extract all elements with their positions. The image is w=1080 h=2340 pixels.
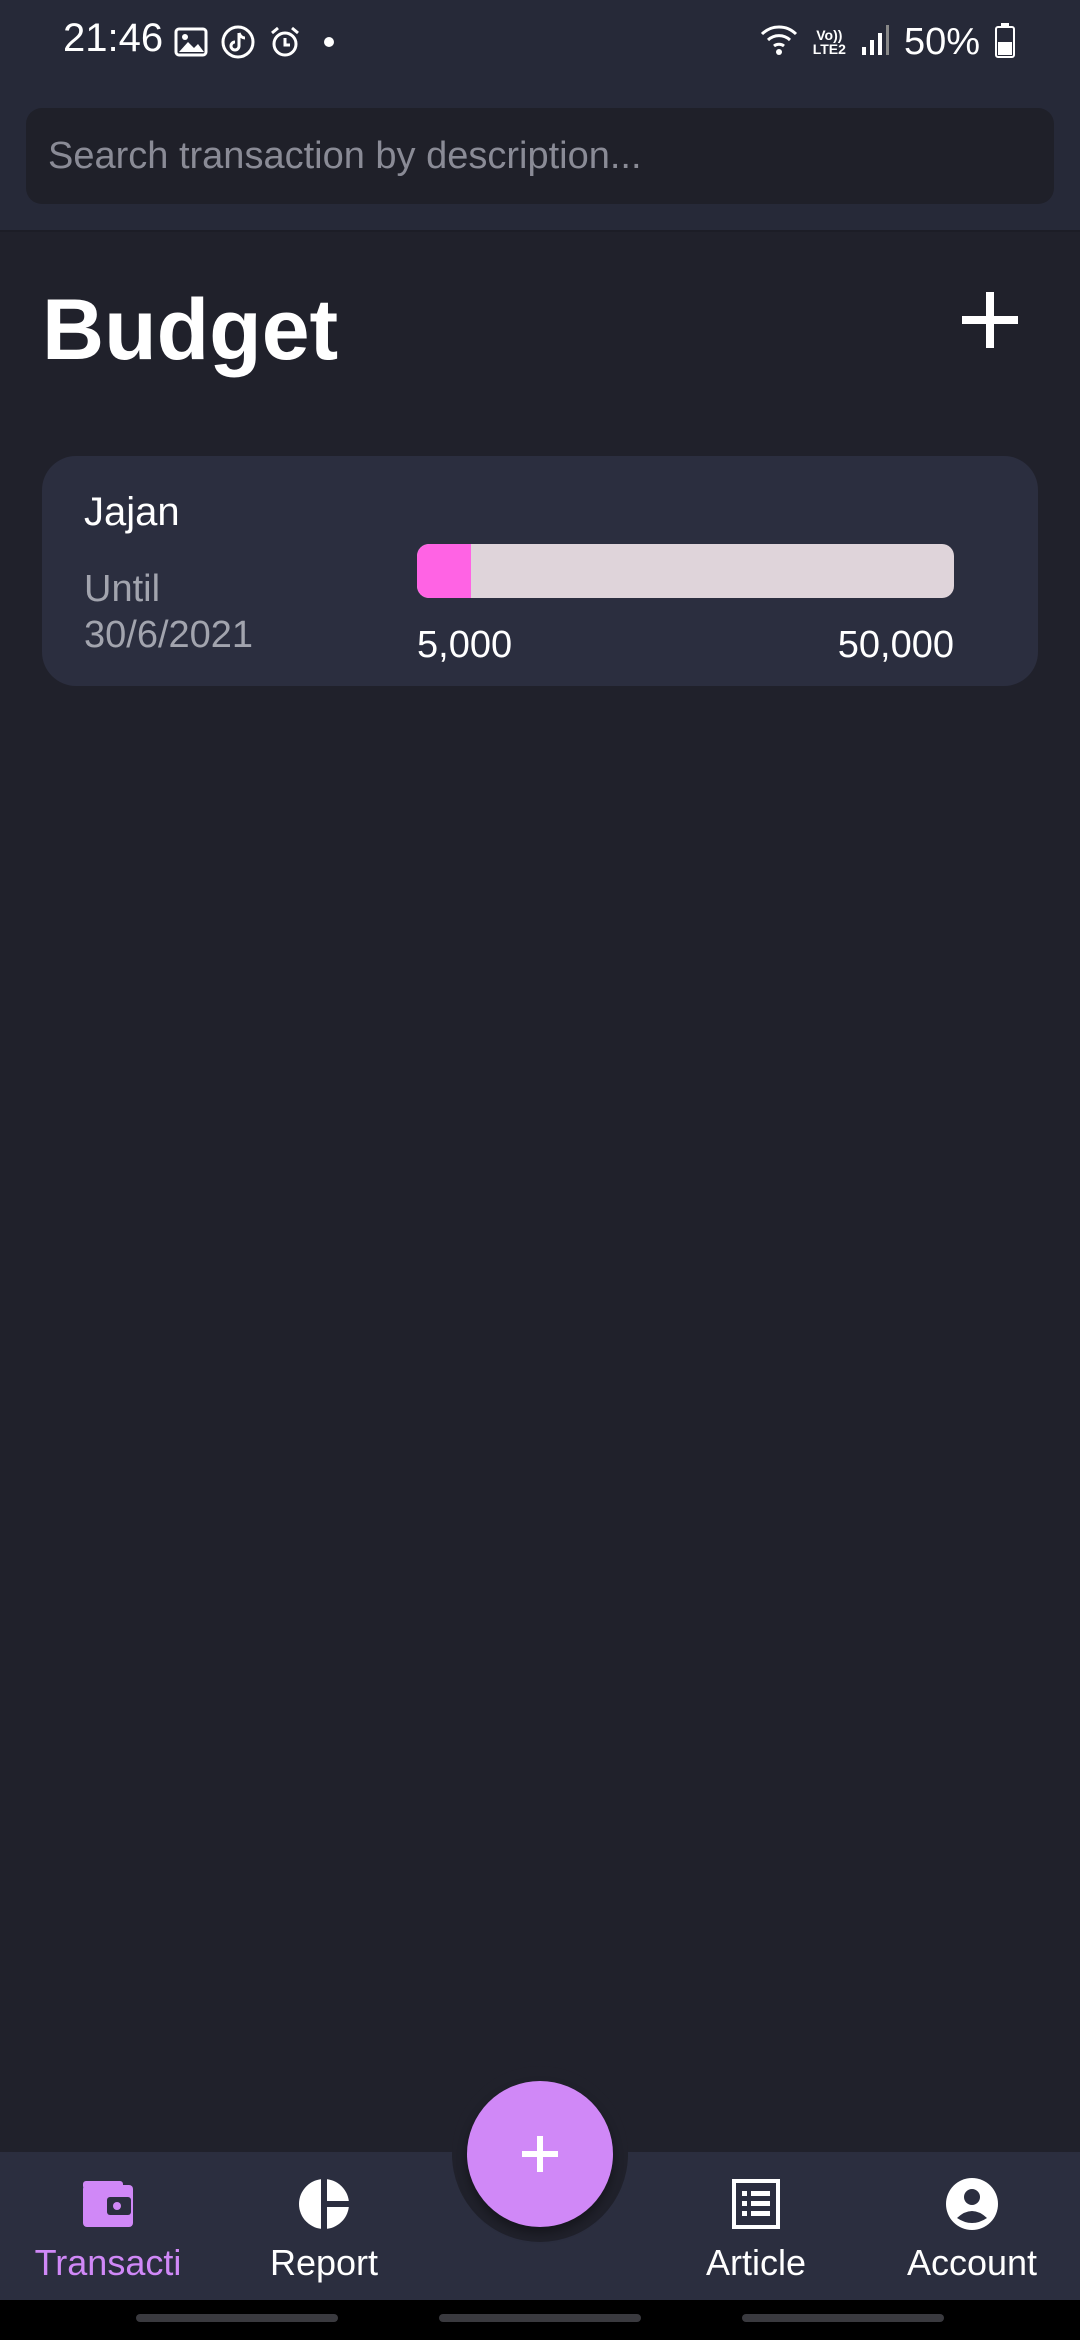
dot-icon bbox=[314, 27, 344, 57]
search-input[interactable] bbox=[26, 108, 1054, 204]
system-navigation-bar bbox=[0, 2300, 1080, 2340]
status-bar: 21:46 Vo)) LTE2 50% bbox=[0, 0, 1080, 84]
nav-item-account[interactable]: Account bbox=[864, 2152, 1080, 2300]
battery-percent: 50% bbox=[903, 20, 980, 63]
nav-label-report: Report bbox=[269, 2242, 379, 2283]
system-pill-home[interactable] bbox=[439, 2314, 641, 2322]
plus-icon bbox=[522, 2136, 558, 2172]
nav-label-account: Account bbox=[906, 2242, 1038, 2283]
budget-spent-amount: 5,000 bbox=[417, 624, 513, 666]
status-notification-icons bbox=[174, 22, 344, 62]
app-screen: 21:46 Vo)) LTE2 50% Search transaction b… bbox=[0, 0, 1080, 2340]
battery-icon bbox=[994, 22, 1016, 63]
add-budget-button[interactable] bbox=[950, 280, 1030, 360]
article-icon bbox=[728, 2176, 784, 2232]
add-transaction-fab[interactable] bbox=[467, 2081, 613, 2227]
budget-progress-bar bbox=[417, 544, 954, 598]
budget-until-label: Until bbox=[84, 568, 161, 610]
budget-progress-fill bbox=[417, 544, 471, 598]
alarm-icon bbox=[268, 25, 302, 59]
search-bar-container bbox=[0, 84, 1080, 232]
page-title: Budget bbox=[42, 282, 339, 378]
nav-label-article: Article bbox=[705, 2242, 807, 2283]
system-pill-recents[interactable] bbox=[136, 2314, 338, 2322]
gallery-icon bbox=[174, 27, 208, 57]
budget-card[interactable]: Jajan Until 30/6/2021 5,000 50,000 bbox=[42, 456, 1038, 686]
status-time: 21:46 bbox=[63, 16, 164, 60]
network-badge-lte: LTE2 bbox=[812, 41, 846, 57]
account-icon bbox=[944, 2176, 1000, 2232]
nav-item-transactions[interactable]: Transacti bbox=[0, 2152, 216, 2300]
status-system-icons: Vo)) LTE2 50% bbox=[759, 16, 1016, 68]
wallet-icon bbox=[80, 2176, 136, 2232]
network-badge: Vo)) LTE2 bbox=[813, 28, 846, 56]
plus-icon bbox=[962, 292, 1018, 348]
nav-item-article[interactable]: Article bbox=[648, 2152, 864, 2300]
signal-icon bbox=[860, 23, 890, 62]
pie-chart-icon bbox=[296, 2176, 352, 2232]
budget-until-date: 30/6/2021 bbox=[84, 614, 254, 656]
network-badge-volte: Vo)) bbox=[816, 27, 843, 43]
wifi-icon bbox=[759, 22, 799, 63]
nav-item-report[interactable]: Report bbox=[216, 2152, 432, 2300]
nav-label-transactions: Transacti bbox=[34, 2242, 182, 2283]
system-pill-back[interactable] bbox=[742, 2314, 944, 2322]
tiktok-icon bbox=[220, 24, 256, 60]
budget-limit-amount: 50,000 bbox=[837, 624, 954, 666]
budget-name: Jajan bbox=[84, 490, 180, 534]
